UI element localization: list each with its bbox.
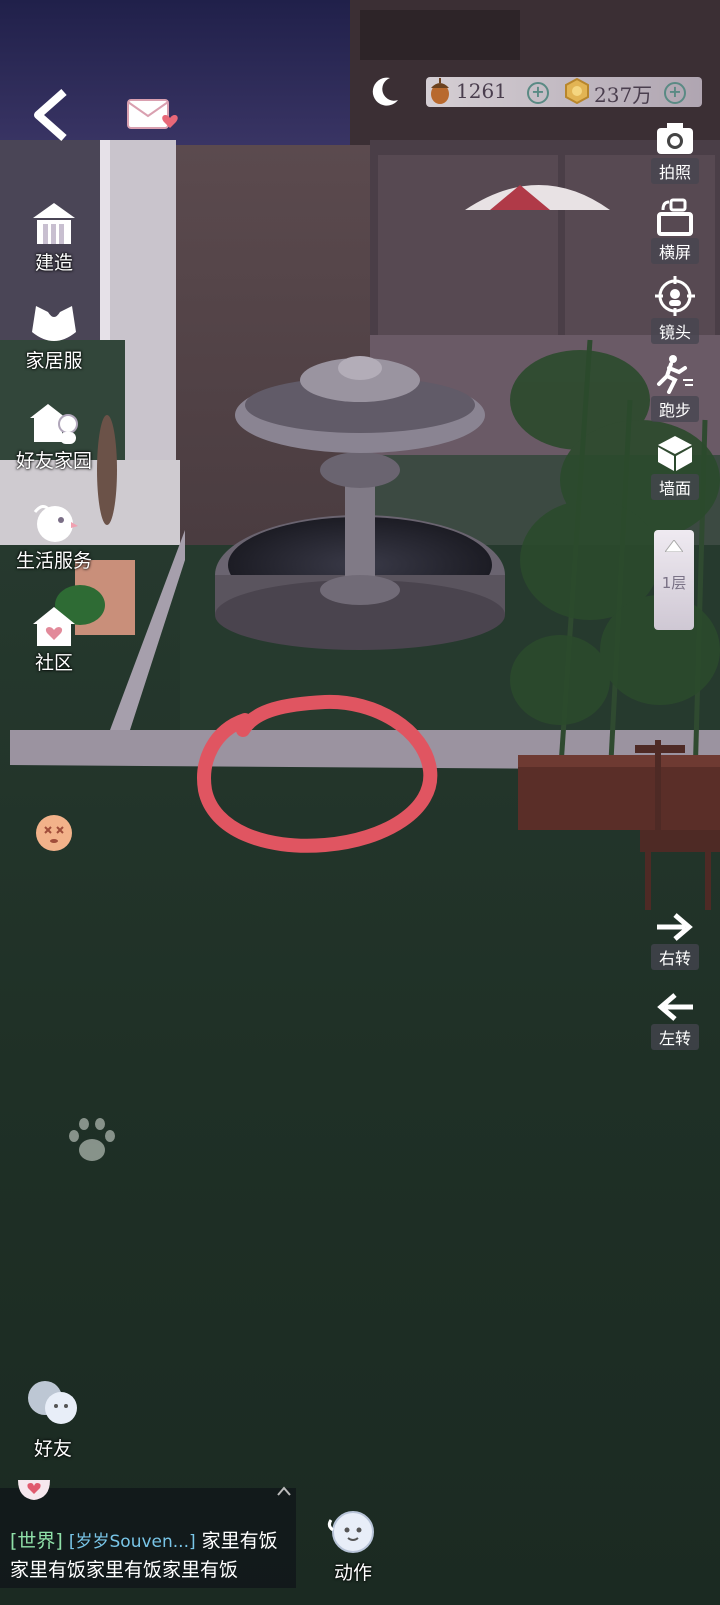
camera-view-label: 镜头 <box>650 318 699 344</box>
community-house-icon <box>33 607 75 646</box>
turn-right-label: 右转 <box>650 944 699 970</box>
friends-ghost-icon <box>28 1381 77 1424</box>
community-button[interactable]: 社区 <box>4 604 104 675</box>
camera-view-button[interactable]: 镜头 <box>640 276 710 344</box>
chat-channel: [世界] <box>10 1530 63 1552</box>
mood-emoji-icon[interactable] <box>36 815 72 851</box>
landscape-button[interactable]: 横屏 <box>640 198 710 264</box>
friends-label: 好友 <box>33 1438 72 1460</box>
friends-button[interactable]: 好友 <box>20 1376 86 1461</box>
paw-icon <box>69 1118 115 1161</box>
camera-icon <box>657 123 693 154</box>
chat-text-2: 家里有饭家里有饭家里有饭 <box>10 1559 239 1581</box>
annotation-circle <box>197 694 438 853</box>
house-build-icon <box>33 203 75 244</box>
floor-label: 1层 <box>661 574 687 592</box>
friend-home-label: 好友家园 <box>15 450 92 472</box>
mail-button[interactable] <box>126 96 182 136</box>
pet-button[interactable] <box>64 1116 120 1164</box>
home-wear-button[interactable]: 家居服 <box>4 302 104 373</box>
acorn-count: 1261 <box>456 79 507 103</box>
add-coin-button[interactable]: + <box>664 82 686 104</box>
build-button[interactable]: 建造 <box>4 200 104 275</box>
arrow-up-icon <box>665 540 683 552</box>
turn-left-button[interactable]: 左转 <box>640 992 710 1050</box>
turn-right-button[interactable]: 右转 <box>640 912 710 970</box>
photo-button[interactable]: 拍照 <box>640 120 710 184</box>
build-label: 建造 <box>34 252 73 274</box>
chat-text-1: 家里有饭 <box>201 1530 278 1552</box>
turn-left-label: 左转 <box>650 1024 699 1050</box>
wall-label: 墙面 <box>650 474 699 500</box>
landscape-label: 横屏 <box>650 238 699 264</box>
add-acorn-button[interactable]: + <box>527 82 549 104</box>
chat-panel[interactable]: [世界] [岁岁Souven...] 家里有饭 家里有饭家里有饭家里有饭 <box>0 1480 296 1588</box>
run-label: 跑步 <box>650 396 699 422</box>
community-label: 社区 <box>34 652 73 674</box>
currency-bar: 1261 + 237万 + <box>426 77 702 107</box>
cube-icon <box>658 436 692 471</box>
clothing-icon <box>32 306 76 341</box>
chevron-left-icon <box>34 89 67 141</box>
life-service-label: 生活服务 <box>15 550 92 572</box>
actions-ghost-icon <box>327 1511 374 1553</box>
friend-house-icon <box>30 404 78 444</box>
life-service-button[interactable]: 生活服务 <box>4 500 104 573</box>
coin-count: 237万 <box>594 83 653 107</box>
moon-icon <box>372 77 398 106</box>
dizzy-face-icon <box>44 826 64 843</box>
chat-message: [世界] [岁岁Souven...] 家里有饭 <box>10 1526 278 1553</box>
chat-sender[interactable]: [岁岁Souven...] <box>69 1532 196 1552</box>
chat-expand-icon[interactable] <box>276 1486 292 1496</box>
actions-label: 动作 <box>333 1562 372 1584</box>
crosshair-icon <box>655 276 695 316</box>
arrow-left-icon <box>657 993 693 1021</box>
arrow-right-icon <box>657 913 693 941</box>
acorn-icon <box>431 78 449 104</box>
rotate-screen-icon <box>657 198 693 236</box>
running-person-icon <box>657 355 693 394</box>
photo-label: 拍照 <box>650 158 699 184</box>
back-button[interactable] <box>26 88 76 142</box>
mail-heart-icon <box>127 99 178 129</box>
chat-message-cont: 家里有饭家里有饭家里有饭 <box>10 1555 238 1582</box>
home-wear-label: 家居服 <box>25 350 83 372</box>
run-button[interactable]: 跑步 <box>640 354 710 422</box>
heart-pet-icon <box>18 1480 50 1500</box>
actions-button[interactable]: 动作 <box>318 1508 388 1585</box>
friend-home-button[interactable]: 好友家园 <box>4 400 104 473</box>
gold-coin-icon <box>565 78 589 104</box>
wall-button[interactable]: 墙面 <box>640 434 710 500</box>
floor-selector[interactable]: 1层 <box>654 530 694 630</box>
night-mode-indicator[interactable] <box>366 74 402 110</box>
bird-service-icon <box>33 505 78 542</box>
